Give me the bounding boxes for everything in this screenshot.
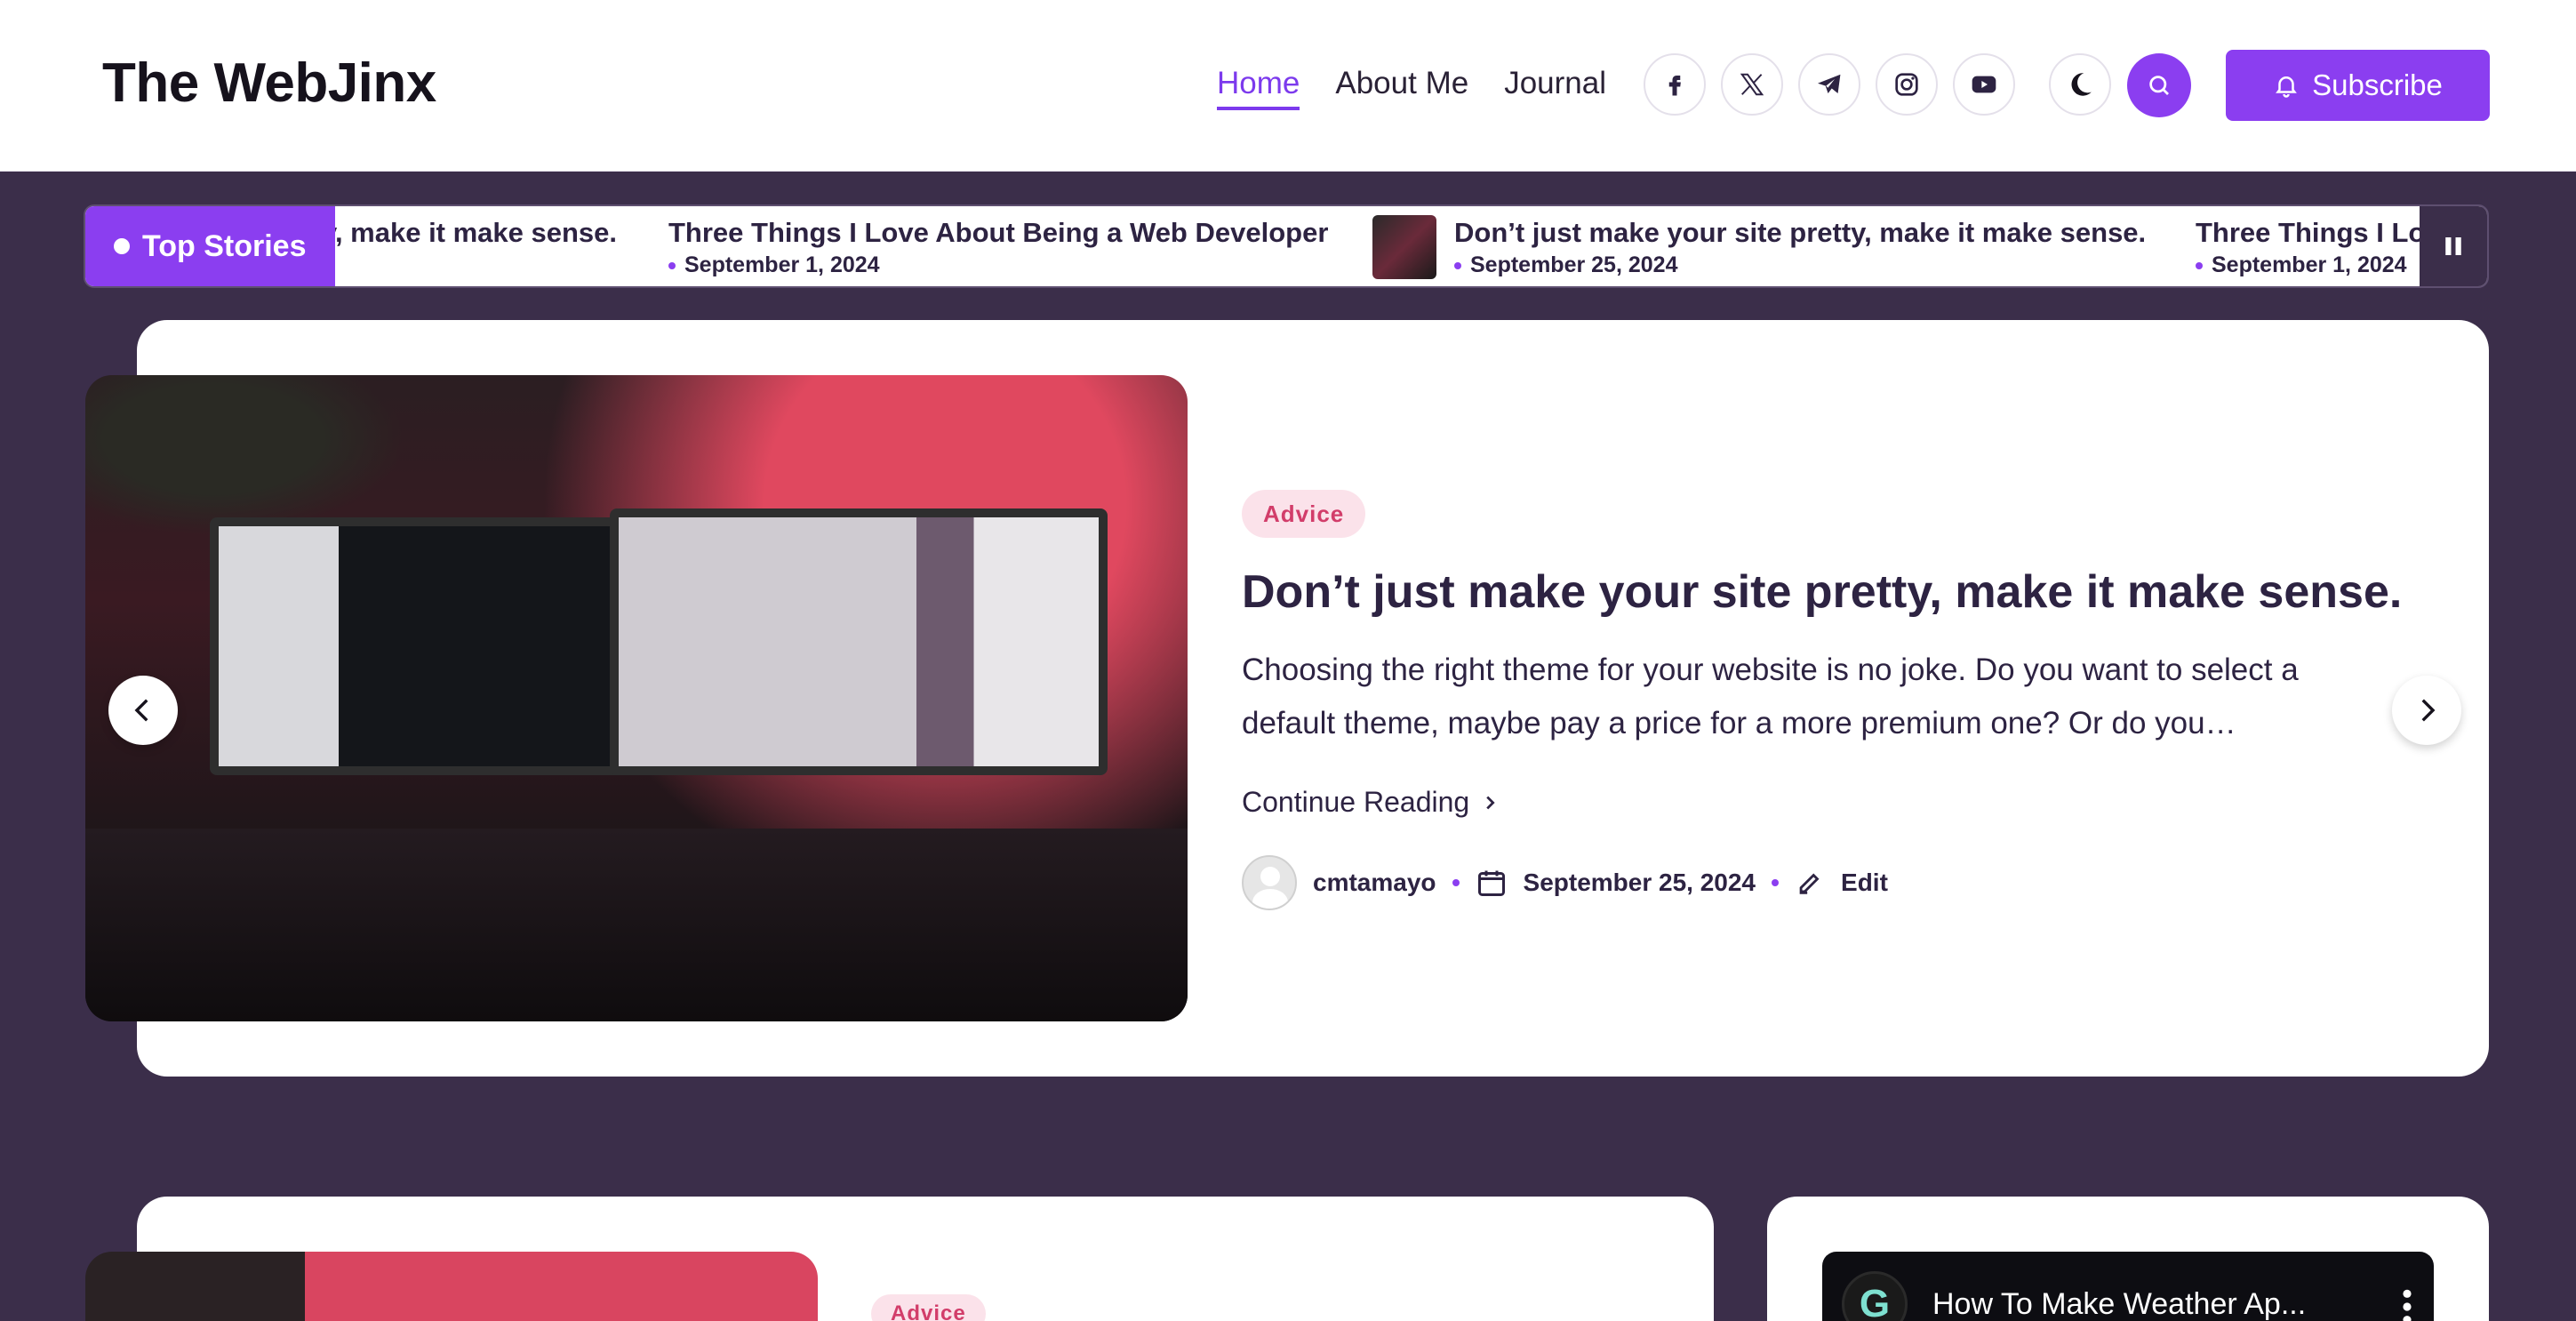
calendar-icon [1477, 870, 1505, 896]
meta-separator [1772, 879, 1780, 886]
top-stories-ticker: y, make it make sense. Three Things I Lo… [84, 204, 2489, 288]
video-title[interactable]: How To Make Weather Ap... [1932, 1287, 2306, 1321]
featured-post-image[interactable] [85, 375, 1188, 1021]
slider-prev-button[interactable] [108, 676, 178, 745]
subscribe-label: Subscribe [2312, 68, 2443, 101]
ticker-thumbnail[interactable] [1372, 215, 1436, 279]
category-badge[interactable]: Advice [871, 1294, 986, 1321]
youtube-icon[interactable] [1953, 53, 2015, 116]
site-header: The WebJinx Home About Me Journal Subscr… [0, 0, 2576, 172]
telegram-icon[interactable] [1798, 53, 1860, 116]
nav-about-me[interactable]: About Me [1335, 66, 1468, 110]
nav-home[interactable]: Home [1217, 66, 1300, 110]
ticker-item-date: September 1, 2024 [668, 252, 1328, 278]
ticker-item-title: y, make it make sense. [322, 217, 618, 248]
dark-mode-toggle[interactable] [2049, 53, 2111, 116]
post-date[interactable]: September 25, 2024 [1524, 869, 1756, 897]
chevron-right-icon [2421, 699, 2436, 722]
ticker-item-title: Don’t just make your site pretty, make i… [1454, 217, 2147, 248]
chevron-left-icon [134, 699, 148, 722]
subscribe-button[interactable]: Subscribe [2226, 50, 2490, 121]
ticker-item[interactable]: Three Things I Lo September 1, 2024 [2196, 217, 2425, 278]
ticker-item-title: Three Things I Lo [2196, 217, 2426, 248]
nav-journal[interactable]: Journal [1504, 66, 1606, 110]
video-embed[interactable]: G How To Make Weather Ap... [1822, 1252, 2434, 1321]
author-name[interactable]: cmtamayo [1313, 869, 1436, 897]
ticker-pause-button[interactable] [2420, 206, 2487, 286]
meta-separator [1452, 879, 1460, 886]
desk-shape [85, 829, 1188, 1021]
channel-logo-icon[interactable]: G [1842, 1271, 1908, 1321]
search-button[interactable] [2127, 53, 2191, 117]
ticker-item[interactable]: Three Things I Love About Being a Web De… [668, 217, 1328, 278]
ticker-item-date: September 25, 2024 [1454, 252, 2146, 278]
main-nav: Home About Me Journal [1217, 66, 1606, 110]
slider-next-button[interactable] [2392, 676, 2461, 745]
edit-link[interactable]: Edit [1841, 869, 1888, 897]
ticker-label-text: Top Stories [142, 228, 307, 263]
ticker-item[interactable]: Don’t just make your site pretty, make i… [1454, 217, 2146, 278]
post-card-image[interactable] [85, 1252, 818, 1321]
site-logo[interactable]: The WebJinx [102, 52, 436, 115]
edit-icon [1799, 873, 1820, 894]
plant-shape [85, 375, 405, 535]
x-icon[interactable] [1721, 53, 1783, 116]
avatar[interactable] [1242, 855, 1297, 910]
category-badge[interactable]: Advice [1242, 490, 1366, 538]
social-links [1644, 53, 2015, 116]
ticker-item-date: September 1, 2024 [2196, 252, 2425, 278]
facebook-icon[interactable] [1644, 53, 1706, 116]
post-meta: cmtamayo September 25, 2024 Edit [1242, 855, 1888, 910]
live-dot-icon [114, 238, 130, 254]
ticker-label: Top Stories [85, 206, 335, 286]
more-options-icon [2403, 1289, 2412, 1321]
bell-icon [2276, 76, 2297, 98]
continue-reading-link[interactable]: Continue Reading [1242, 786, 1500, 819]
post-title[interactable]: Don’t just make your site pretty, make i… [1242, 565, 2451, 619]
instagram-icon[interactable] [1876, 53, 1938, 116]
post-excerpt: Choosing the right theme for your websit… [1242, 652, 2299, 741]
monitor-shape [610, 508, 1108, 775]
ticker-item-title: Three Things I Love About Being a Web De… [668, 217, 1329, 248]
continue-reading-label: Continue Reading [1242, 786, 1470, 818]
pause-icon [2445, 237, 2461, 255]
ticker-item[interactable]: y, make it make sense. [322, 217, 617, 249]
chevron-right-icon [1486, 796, 1495, 809]
search-icon [2149, 76, 2169, 95]
moon-icon [2071, 73, 2092, 96]
